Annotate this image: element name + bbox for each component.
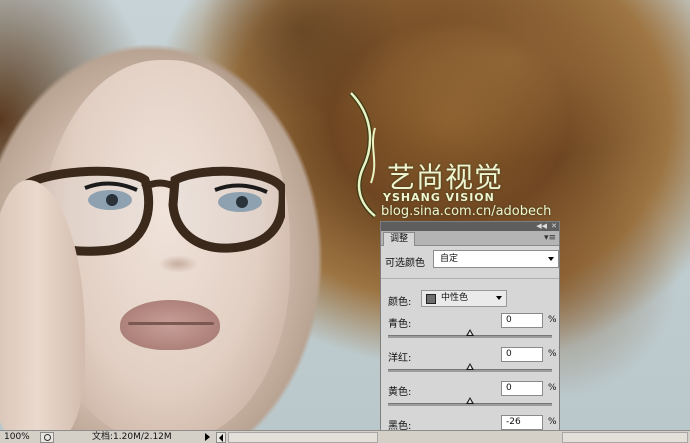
- image-canvas[interactable]: 艺尚视觉 YSHANG VISION blog.sina.com.cn/adob…: [0, 0, 690, 430]
- color-row: 颜色: 中性色: [388, 290, 558, 308]
- slider-thumb[interactable]: [466, 397, 474, 404]
- watermark-title: 艺尚视觉: [387, 161, 504, 194]
- lips-line: [128, 322, 214, 325]
- scroll-left-icon[interactable]: [216, 432, 226, 443]
- slider-label: 黄色:: [388, 387, 412, 398]
- divider: [381, 278, 559, 279]
- percent-sign: %: [548, 315, 557, 325]
- magenta-input[interactable]: 0: [501, 347, 543, 362]
- adjustments-panel: ◀◀ ✕ 调整 ▾≡ 可选颜色 自定 颜色: 中性色 青色: 0 % 洋红: 0…: [380, 221, 560, 443]
- percent-sign: %: [548, 383, 557, 393]
- chevron-down-icon: [496, 296, 502, 300]
- watermark-url: blog.sina.com.cn/adobech: [381, 204, 552, 219]
- watermark-logo-icon: [349, 91, 377, 218]
- cyan-input[interactable]: 0: [501, 313, 543, 328]
- model-lips: [120, 300, 220, 350]
- slider-label: 青色:: [388, 319, 412, 330]
- black-input[interactable]: -26: [501, 415, 543, 430]
- yellow-input[interactable]: 0: [501, 381, 543, 396]
- status-bar: 100% 文档:1.20M/2.12M: [0, 430, 690, 443]
- collapse-icon[interactable]: ◀◀: [536, 222, 547, 231]
- preset-dropdown[interactable]: 自定: [433, 250, 559, 268]
- preset-label: 可选颜色: [385, 258, 425, 269]
- percent-sign: %: [548, 349, 557, 359]
- preset-value: 自定: [440, 254, 459, 264]
- zoom-icon[interactable]: [40, 432, 54, 443]
- slider-yellow: 黄色: 0 %: [388, 381, 557, 417]
- document-info[interactable]: 文档:1.20M/2.12M: [92, 431, 172, 443]
- watermark-subtitle: YSHANG VISION: [383, 191, 495, 204]
- slider-magenta: 洋红: 0 %: [388, 347, 557, 383]
- horizontal-scrollbar-right[interactable]: [562, 432, 688, 443]
- preset-row: 可选颜色 自定: [385, 250, 559, 270]
- watermark: 艺尚视觉 YSHANG VISION blog.sina.com.cn/adob…: [345, 88, 565, 228]
- panel-tabbar: 调整 ▾≡: [381, 231, 559, 246]
- color-value: 中性色: [441, 293, 469, 303]
- color-dropdown[interactable]: 中性色: [421, 290, 507, 307]
- slider-label: 洋红:: [388, 353, 412, 364]
- horizontal-scrollbar[interactable]: [228, 432, 378, 443]
- chevron-down-icon: [548, 257, 554, 261]
- color-label: 颜色:: [388, 297, 412, 308]
- slider-thumb[interactable]: [466, 363, 474, 370]
- color-swatch: [426, 294, 436, 304]
- panel-titlebar[interactable]: ◀◀ ✕: [381, 222, 559, 231]
- slider-cyan: 青色: 0 %: [388, 313, 557, 349]
- close-icon[interactable]: ✕: [551, 222, 557, 231]
- zoom-level[interactable]: 100%: [4, 431, 30, 443]
- slider-thumb[interactable]: [466, 329, 474, 336]
- percent-sign: %: [548, 417, 557, 427]
- status-menu-arrow-icon[interactable]: [205, 433, 210, 441]
- tab-adjustments[interactable]: 调整: [383, 232, 416, 246]
- panel-menu-icon[interactable]: ▾≡: [544, 233, 556, 243]
